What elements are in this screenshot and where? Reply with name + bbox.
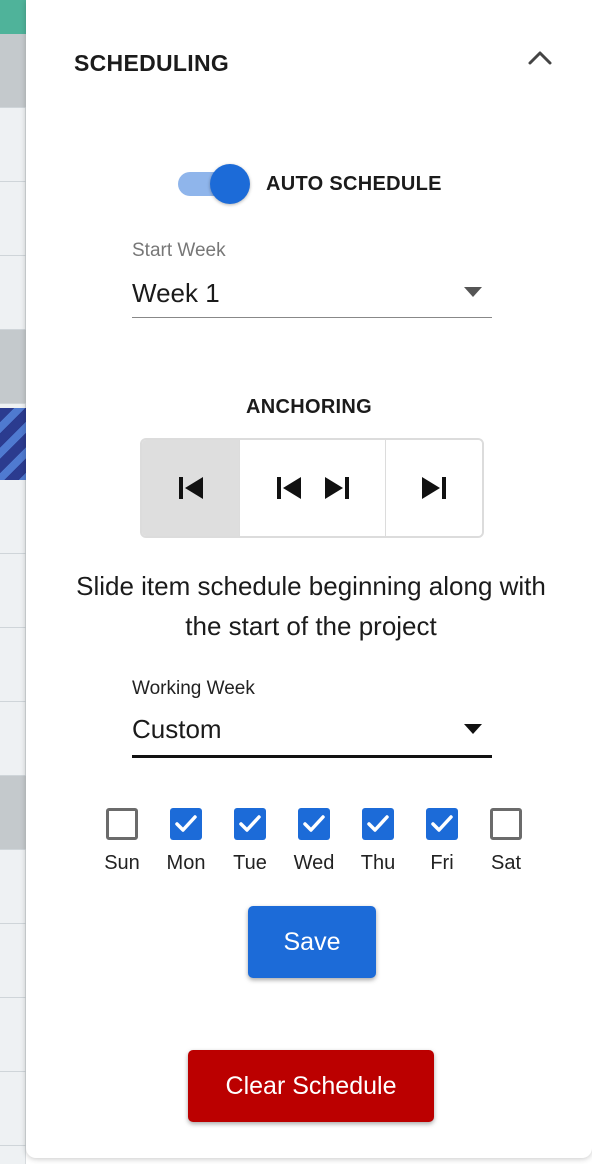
checkbox-mon[interactable] [170, 808, 202, 840]
day-mon: Mon [154, 808, 218, 875]
gantt-row [0, 182, 26, 256]
checkbox-tue[interactable] [234, 808, 266, 840]
working-week-value: Custom [132, 714, 222, 744]
day-label: Thu [360, 852, 396, 874]
anchor-start-button[interactable] [142, 440, 240, 536]
gantt-row [0, 1072, 26, 1146]
checkbox-wed[interactable] [298, 808, 330, 840]
chevron-up-icon[interactable] [526, 46, 554, 70]
skip-to-start-icon [276, 477, 301, 499]
gantt-row [0, 256, 26, 330]
day-label: Tue [233, 852, 267, 874]
gantt-bar-striped [0, 408, 26, 480]
checkbox-sun[interactable] [106, 808, 138, 840]
anchor-both-button[interactable] [240, 440, 386, 536]
anchoring-title: ANCHORING [245, 396, 373, 418]
scheduling-panel: SCHEDULING AUTO SCHEDULE Start Week Week… [26, 0, 592, 1158]
skip-to-end-icon [324, 477, 349, 499]
working-week-select[interactable]: Custom [132, 712, 492, 758]
start-week-value: Week 1 [132, 278, 220, 308]
skip-to-end-icon [422, 477, 446, 499]
dropdown-arrow-icon [464, 287, 482, 297]
gantt-row [0, 34, 26, 108]
gantt-row [0, 330, 26, 404]
gantt-row [0, 776, 26, 850]
start-week-label: Start Week [132, 240, 226, 261]
day-sat: Sat [474, 808, 538, 875]
checkmark-icon [431, 815, 453, 832]
gantt-bar-teal [0, 0, 26, 34]
gantt-row [0, 628, 26, 702]
day-sun: Sun [90, 808, 154, 875]
day-thu: Thu [346, 808, 410, 875]
select-underline [132, 317, 492, 318]
panel-title: SCHEDULING [74, 50, 230, 76]
gantt-row [0, 702, 26, 776]
gantt-row [0, 998, 26, 1072]
clear-schedule-button[interactable]: Clear Schedule [188, 1050, 434, 1122]
gantt-row [0, 850, 26, 924]
checkmark-icon [175, 815, 197, 832]
dropdown-arrow-icon [464, 724, 482, 734]
day-label: Fri [430, 852, 454, 874]
save-button[interactable]: Save [248, 906, 376, 978]
working-week-label: Working Week [132, 678, 255, 699]
day-label: Sat [490, 852, 522, 874]
gantt-row [0, 554, 26, 628]
gantt-row [0, 924, 26, 998]
day-wed: Wed [282, 808, 346, 875]
checkbox-sat[interactable] [490, 808, 522, 840]
day-fri: Fri [410, 808, 474, 875]
anchor-end-button[interactable] [386, 440, 482, 536]
gantt-row [0, 480, 26, 554]
day-label: Sun [104, 852, 140, 874]
anchoring-description: Slide item schedule beginning along with… [76, 571, 546, 641]
anchoring-button-group [140, 438, 484, 538]
checkmark-icon [303, 815, 325, 832]
auto-schedule-toggle-knob[interactable] [210, 164, 250, 204]
auto-schedule-label: AUTO SCHEDULE [266, 173, 442, 195]
working-days: Sun Mon Tue Wed Thu Fri Sat [90, 808, 538, 878]
checkmark-icon [367, 815, 389, 832]
select-underline [132, 755, 492, 758]
day-tue: Tue [218, 808, 282, 875]
gantt-row [0, 108, 26, 182]
day-label: Wed [293, 852, 335, 874]
skip-to-start-icon [178, 477, 203, 499]
day-label: Mon [166, 852, 206, 874]
start-week-select[interactable]: Week 1 [132, 276, 492, 318]
auto-schedule-row: AUTO SCHEDULE [176, 164, 476, 204]
checkmark-icon [239, 815, 261, 832]
checkbox-fri[interactable] [426, 808, 458, 840]
background-gantt-strip [0, 0, 26, 1164]
checkbox-thu[interactable] [362, 808, 394, 840]
